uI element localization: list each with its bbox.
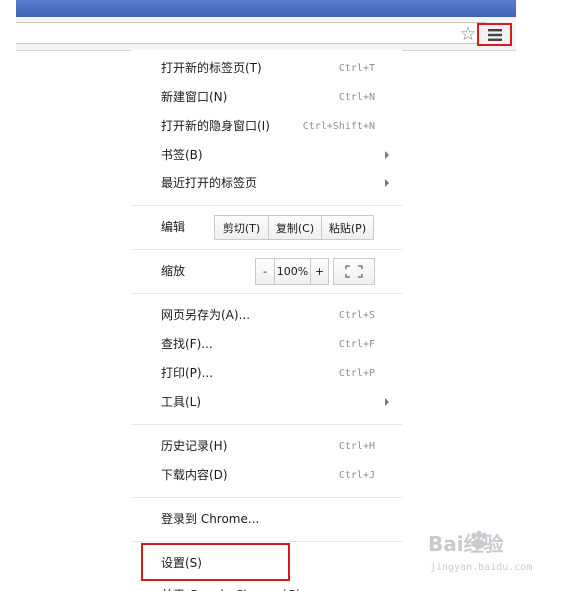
- menu-item-label: 网页另存为(A)...: [161, 308, 251, 322]
- menu-item-shortcut: Ctrl+J: [338, 470, 375, 481]
- watermark-url: jingyan.baidu.com: [430, 562, 533, 573]
- menu-item-new-window[interactable]: 新建窗口(N) Ctrl+N: [131, 83, 402, 112]
- menu-item-print[interactable]: 打印(P)... Ctrl+P: [131, 359, 402, 388]
- fullscreen-icon: [345, 265, 363, 278]
- chrome-menu-button[interactable]: [477, 23, 512, 46]
- menu-item-shortcut: Ctrl+T: [338, 63, 375, 74]
- menu-item-shortcut: Ctrl+N: [338, 92, 375, 103]
- menu-item-label: 登录到 Chrome...: [161, 512, 260, 526]
- menu-separator: [131, 424, 402, 425]
- menu-item-save-page-as[interactable]: 网页另存为(A)... Ctrl+S: [131, 301, 402, 330]
- menu-item-bookmarks[interactable]: 书签(B): [131, 141, 402, 170]
- zoom-in-button[interactable]: +: [310, 259, 328, 284]
- copy-button[interactable]: 复制(C): [268, 216, 321, 239]
- menu-item-label: 关于 Google Chrome(G): [161, 581, 301, 591]
- bookmark-star-icon[interactable]: ☆: [458, 24, 478, 44]
- menu-item-label: 打开新的标签页(T): [161, 61, 262, 75]
- menu-item-tools[interactable]: 工具(L): [131, 388, 402, 417]
- menu-item-new-incognito-window[interactable]: 打开新的隐身窗口(I) Ctrl+Shift+N: [131, 112, 402, 141]
- menu-item-recent-tabs[interactable]: 最近打开的标签页: [131, 169, 402, 198]
- menu-item-label: 新建窗口(N): [161, 90, 228, 104]
- fullscreen-button[interactable]: [333, 258, 375, 285]
- baidu-jingyan-watermark: Bai经验 jingyan.baidu.com: [428, 528, 548, 578]
- settings-highlight-box: [141, 543, 290, 581]
- chrome-dropdown-menu: 打开新的标签页(T) Ctrl+T 新建窗口(N) Ctrl+N 打开新的隐身窗…: [131, 50, 402, 591]
- submenu-arrow-icon: [385, 398, 389, 406]
- zoom-control-group: - 100% +: [255, 258, 329, 285]
- hamburger-menu-icon: [487, 28, 502, 41]
- zoom-out-button[interactable]: -: [256, 259, 274, 284]
- menu-separator: [131, 293, 402, 294]
- menu-item-label: 打印(P)...: [161, 366, 214, 380]
- menu-item-shortcut: Ctrl+F: [338, 339, 375, 350]
- cut-button[interactable]: 剪切(T): [215, 216, 268, 239]
- watermark-brand: Bai经验: [428, 532, 504, 556]
- menu-separator: [131, 249, 402, 250]
- address-bar[interactable]: [16, 22, 486, 44]
- menu-item-find[interactable]: 查找(F)... Ctrl+F: [131, 330, 402, 359]
- menu-separator: [131, 541, 402, 542]
- menu-separator: [131, 497, 402, 498]
- menu-item-history[interactable]: 历史记录(H) Ctrl+H: [131, 432, 402, 461]
- menu-item-shortcut: Ctrl+P: [338, 368, 375, 379]
- menu-item-downloads[interactable]: 下载内容(D) Ctrl+J: [131, 461, 402, 490]
- zoom-label: 缩放: [161, 264, 186, 278]
- menu-separator: [131, 205, 402, 206]
- edit-label: 编辑: [161, 220, 186, 234]
- menu-item-shortcut: Ctrl+H: [338, 441, 375, 452]
- menu-item-shortcut: Ctrl+Shift+N: [302, 121, 375, 132]
- menu-item-sign-in-to-chrome[interactable]: 登录到 Chrome...: [131, 505, 402, 534]
- menu-item-label: 打开新的隐身窗口(I): [161, 119, 270, 133]
- menu-item-new-tab[interactable]: 打开新的标签页(T) Ctrl+T: [131, 54, 402, 83]
- zoom-level: 100%: [274, 259, 310, 284]
- menu-item-label: 查找(F)...: [161, 337, 213, 351]
- menu-item-shortcut: Ctrl+S: [338, 310, 375, 321]
- submenu-arrow-icon: [385, 151, 389, 159]
- browser-toolbar: ☆: [16, 17, 516, 51]
- submenu-arrow-icon: [385, 179, 389, 187]
- menu-item-label: 最近打开的标签页: [161, 176, 258, 190]
- menu-item-label: 历史记录(H): [161, 439, 228, 453]
- menu-item-label: 书签(B): [161, 148, 203, 162]
- paste-button[interactable]: 粘贴(P): [321, 216, 373, 239]
- menu-item-label: 工具(L): [161, 395, 202, 409]
- menu-item-label: 下载内容(D): [161, 468, 228, 482]
- window-title-bar: [16, 0, 516, 17]
- edit-button-group: 剪切(T) 复制(C) 粘贴(P): [214, 215, 374, 240]
